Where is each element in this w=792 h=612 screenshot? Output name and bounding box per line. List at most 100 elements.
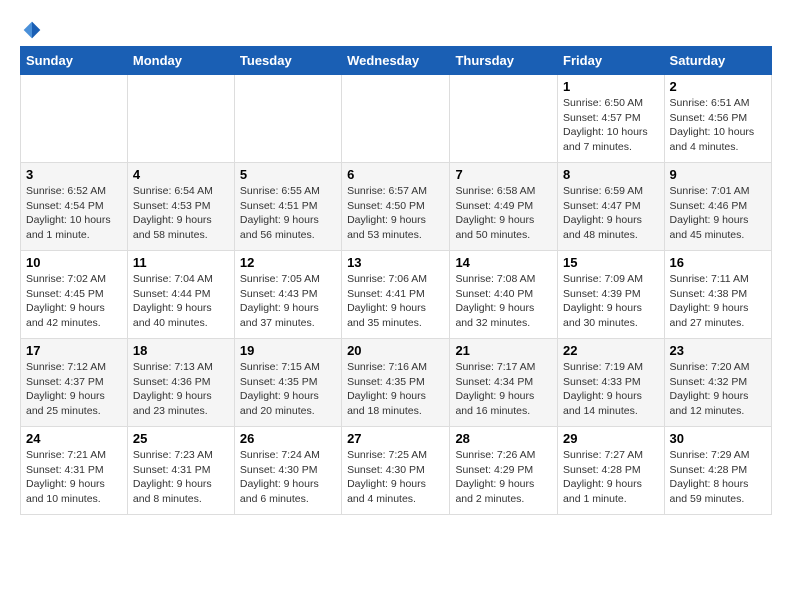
day-info: Sunrise: 7:01 AM Sunset: 4:46 PM Dayligh… [670, 184, 766, 243]
day-info: Sunrise: 7:15 AM Sunset: 4:35 PM Dayligh… [240, 360, 336, 419]
calendar-week-3: 10 Sunrise: 7:02 AM Sunset: 4:45 PM Dayli… [21, 251, 772, 339]
calendar-cell: 25 Sunrise: 7:23 AM Sunset: 4:31 PM Dayli… [127, 427, 234, 515]
calendar-cell [234, 75, 341, 163]
day-number: 19 [240, 343, 336, 358]
day-number: 6 [347, 167, 444, 182]
day-info: Sunrise: 7:08 AM Sunset: 4:40 PM Dayligh… [455, 272, 552, 331]
day-info: Sunrise: 6:54 AM Sunset: 4:53 PM Dayligh… [133, 184, 229, 243]
day-number: 10 [26, 255, 122, 270]
day-number: 26 [240, 431, 336, 446]
logo-icon [22, 20, 42, 40]
day-number: 22 [563, 343, 659, 358]
day-info: Sunrise: 7:23 AM Sunset: 4:31 PM Dayligh… [133, 448, 229, 507]
day-info: Sunrise: 7:26 AM Sunset: 4:29 PM Dayligh… [455, 448, 552, 507]
day-number: 30 [670, 431, 766, 446]
day-number: 1 [563, 79, 659, 94]
header [20, 20, 772, 36]
calendar-cell: 22 Sunrise: 7:19 AM Sunset: 4:33 PM Dayli… [558, 339, 665, 427]
day-number: 15 [563, 255, 659, 270]
day-info: Sunrise: 7:13 AM Sunset: 4:36 PM Dayligh… [133, 360, 229, 419]
day-number: 4 [133, 167, 229, 182]
calendar-header-monday: Monday [127, 47, 234, 75]
day-info: Sunrise: 7:04 AM Sunset: 4:44 PM Dayligh… [133, 272, 229, 331]
calendar-week-5: 24 Sunrise: 7:21 AM Sunset: 4:31 PM Dayli… [21, 427, 772, 515]
calendar-cell: 26 Sunrise: 7:24 AM Sunset: 4:30 PM Dayli… [234, 427, 341, 515]
day-info: Sunrise: 7:05 AM Sunset: 4:43 PM Dayligh… [240, 272, 336, 331]
calendar-week-2: 3 Sunrise: 6:52 AM Sunset: 4:54 PM Daylig… [21, 163, 772, 251]
calendar-cell: 23 Sunrise: 7:20 AM Sunset: 4:32 PM Dayli… [664, 339, 771, 427]
calendar-week-4: 17 Sunrise: 7:12 AM Sunset: 4:37 PM Dayli… [21, 339, 772, 427]
day-info: Sunrise: 7:12 AM Sunset: 4:37 PM Dayligh… [26, 360, 122, 419]
day-info: Sunrise: 6:52 AM Sunset: 4:54 PM Dayligh… [26, 184, 122, 243]
calendar-cell: 5 Sunrise: 6:55 AM Sunset: 4:51 PM Daylig… [234, 163, 341, 251]
calendar-cell: 30 Sunrise: 7:29 AM Sunset: 4:28 PM Dayli… [664, 427, 771, 515]
day-number: 11 [133, 255, 229, 270]
day-number: 13 [347, 255, 444, 270]
day-info: Sunrise: 7:21 AM Sunset: 4:31 PM Dayligh… [26, 448, 122, 507]
day-info: Sunrise: 6:59 AM Sunset: 4:47 PM Dayligh… [563, 184, 659, 243]
calendar-cell: 20 Sunrise: 7:16 AM Sunset: 4:35 PM Dayli… [342, 339, 450, 427]
day-number: 20 [347, 343, 444, 358]
day-number: 3 [26, 167, 122, 182]
day-number: 8 [563, 167, 659, 182]
calendar-cell: 29 Sunrise: 7:27 AM Sunset: 4:28 PM Dayli… [558, 427, 665, 515]
day-info: Sunrise: 7:06 AM Sunset: 4:41 PM Dayligh… [347, 272, 444, 331]
calendar-cell: 27Sunrise: 7:25 AM Sunset: 4:30 PM Dayli… [342, 427, 450, 515]
calendar-cell: 16 Sunrise: 7:11 AM Sunset: 4:38 PM Dayli… [664, 251, 771, 339]
day-info: Sunrise: 7:20 AM Sunset: 4:32 PM Dayligh… [670, 360, 766, 419]
day-number: 2 [670, 79, 766, 94]
day-number: 29 [563, 431, 659, 446]
day-info: Sunrise: 6:50 AM Sunset: 4:57 PM Dayligh… [563, 96, 659, 155]
calendar-header-tuesday: Tuesday [234, 47, 341, 75]
calendar-cell [21, 75, 128, 163]
calendar-cell: 18 Sunrise: 7:13 AM Sunset: 4:36 PM Dayli… [127, 339, 234, 427]
day-info: Sunrise: 7:29 AM Sunset: 4:28 PM Dayligh… [670, 448, 766, 507]
day-info: Sunrise: 6:51 AM Sunset: 4:56 PM Dayligh… [670, 96, 766, 155]
day-info: Sunrise: 7:27 AM Sunset: 4:28 PM Dayligh… [563, 448, 659, 507]
day-info: Sunrise: 6:55 AM Sunset: 4:51 PM Dayligh… [240, 184, 336, 243]
day-info: Sunrise: 7:11 AM Sunset: 4:38 PM Dayligh… [670, 272, 766, 331]
calendar-cell: 10 Sunrise: 7:02 AM Sunset: 4:45 PM Dayli… [21, 251, 128, 339]
calendar-cell [450, 75, 558, 163]
calendar-cell: 4 Sunrise: 6:54 AM Sunset: 4:53 PM Daylig… [127, 163, 234, 251]
calendar-cell: 24 Sunrise: 7:21 AM Sunset: 4:31 PM Dayli… [21, 427, 128, 515]
calendar-table: SundayMondayTuesdayWednesdayThursdayFrid… [20, 46, 772, 515]
day-info: Sunrise: 7:17 AM Sunset: 4:34 PM Dayligh… [455, 360, 552, 419]
day-number: 14 [455, 255, 552, 270]
day-number: 23 [670, 343, 766, 358]
calendar-cell: 12 Sunrise: 7:05 AM Sunset: 4:43 PM Dayli… [234, 251, 341, 339]
day-number: 18 [133, 343, 229, 358]
day-info: Sunrise: 7:02 AM Sunset: 4:45 PM Dayligh… [26, 272, 122, 331]
day-number: 17 [26, 343, 122, 358]
calendar-week-1: 1 Sunrise: 6:50 AM Sunset: 4:57 PM Daylig… [21, 75, 772, 163]
day-info: Sunrise: 7:19 AM Sunset: 4:33 PM Dayligh… [563, 360, 659, 419]
day-info: Sunrise: 6:57 AM Sunset: 4:50 PM Dayligh… [347, 184, 444, 243]
day-number: 28 [455, 431, 552, 446]
logo [20, 20, 42, 36]
calendar-cell: 28 Sunrise: 7:26 AM Sunset: 4:29 PM Dayli… [450, 427, 558, 515]
day-number: 5 [240, 167, 336, 182]
day-number: 9 [670, 167, 766, 182]
calendar-cell [342, 75, 450, 163]
day-info: Sunrise: 7:24 AM Sunset: 4:30 PM Dayligh… [240, 448, 336, 507]
calendar-cell: 1 Sunrise: 6:50 AM Sunset: 4:57 PM Daylig… [558, 75, 665, 163]
calendar-cell: 13 Sunrise: 7:06 AM Sunset: 4:41 PM Dayli… [342, 251, 450, 339]
day-number: 25 [133, 431, 229, 446]
day-info: Sunrise: 7:25 AM Sunset: 4:30 PM Dayligh… [347, 448, 444, 507]
day-number: 24 [26, 431, 122, 446]
calendar-cell: 11 Sunrise: 7:04 AM Sunset: 4:44 PM Dayli… [127, 251, 234, 339]
calendar-header-row: SundayMondayTuesdayWednesdayThursdayFrid… [21, 47, 772, 75]
calendar-header-sunday: Sunday [21, 47, 128, 75]
day-number: 7 [455, 167, 552, 182]
calendar-cell: 17 Sunrise: 7:12 AM Sunset: 4:37 PM Dayli… [21, 339, 128, 427]
day-number: 16 [670, 255, 766, 270]
calendar-cell: 9 Sunrise: 7:01 AM Sunset: 4:46 PM Daylig… [664, 163, 771, 251]
calendar-cell: 8 Sunrise: 6:59 AM Sunset: 4:47 PM Daylig… [558, 163, 665, 251]
day-number: 12 [240, 255, 336, 270]
calendar-header-saturday: Saturday [664, 47, 771, 75]
calendar-cell: 21Sunrise: 7:17 AM Sunset: 4:34 PM Dayli… [450, 339, 558, 427]
day-info: Sunrise: 7:09 AM Sunset: 4:39 PM Dayligh… [563, 272, 659, 331]
day-info: Sunrise: 6:58 AM Sunset: 4:49 PM Dayligh… [455, 184, 552, 243]
calendar-cell: 14 Sunrise: 7:08 AM Sunset: 4:40 PM Dayli… [450, 251, 558, 339]
day-info: Sunrise: 7:16 AM Sunset: 4:35 PM Dayligh… [347, 360, 444, 419]
